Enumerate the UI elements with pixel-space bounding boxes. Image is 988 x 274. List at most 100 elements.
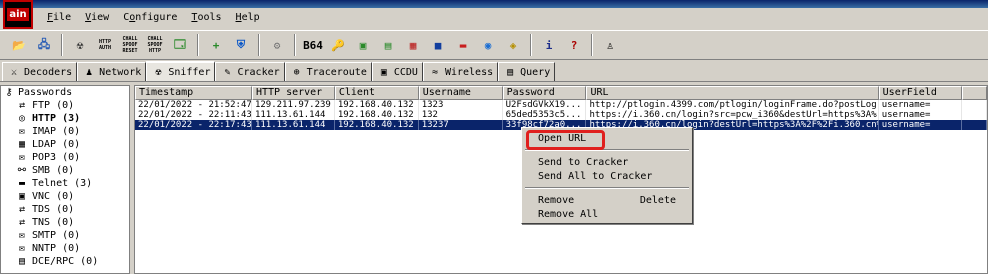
menu-item-label: Remove All — [538, 208, 599, 220]
chall-spoof-http-icon: CHALL SPOOF HTTP — [147, 36, 163, 54]
tree-item-label: POP3 (0) — [32, 152, 81, 163]
column-header-client[interactable]: Client — [334, 86, 419, 100]
open-folder-button[interactable]: 📂 — [8, 34, 30, 56]
menu-item-send-to-cracker[interactable]: Send to Cracker — [524, 155, 690, 169]
toolbar-separator — [294, 34, 296, 56]
http-auth-button[interactable]: HTTP AUTH — [94, 34, 116, 56]
tab-network[interactable]: ♟ Network — [77, 62, 147, 81]
tree-item-label: NNTP (0) — [32, 243, 81, 254]
network-icon: ♟ — [86, 66, 93, 78]
chall-spoof-http-button[interactable]: CHALL SPOOF HTTP — [144, 34, 166, 56]
smtp-icon: ✉ — [18, 230, 26, 241]
info-button[interactable]: i — [538, 34, 560, 56]
chall-spoof-reset-button[interactable]: CHALL SPOOF RESET — [119, 34, 141, 56]
tree-item-smb[interactable]: ⚯ SMB (0) — [1, 164, 129, 177]
terminal-button[interactable]: ▣ — [352, 34, 374, 56]
base64-button[interactable]: B64 — [302, 34, 324, 56]
tab-bar: ⚔ Decoders ♟ Network ☢ Sniffer ✎ Cracker ⊕ Tracer… — [0, 61, 988, 82]
tab-sniffer[interactable]: ☢ Sniffer — [146, 61, 216, 81]
tab-ccdu[interactable]: ▣ CCDU — [371, 62, 423, 81]
monitor-button[interactable]: ■ — [427, 34, 449, 56]
tree-item-ldap[interactable]: ▦ LDAP (0) — [1, 138, 129, 151]
radiation-button[interactable]: ☢ — [69, 34, 91, 56]
network-adapter-icon: 🖧 — [37, 37, 51, 51]
tab-label: Wireless — [444, 66, 494, 78]
table-cell: 1323 — [419, 100, 503, 110]
capture-button[interactable]: ◈ — [502, 34, 524, 56]
imap-icon: ✉ — [18, 126, 26, 137]
tree-item-label: FTP (0) — [32, 100, 75, 111]
tree-item-label: VNC (0) — [32, 191, 75, 202]
column-header-userfield[interactable]: UserField — [878, 86, 962, 100]
table-cell: 22/01/2022 - 22:17:43 — [135, 120, 252, 130]
rsa-button[interactable]: 🔑 — [327, 34, 349, 56]
terminal-icon: ▣ — [359, 38, 367, 52]
help-button[interactable]: ? — [563, 34, 585, 56]
tree-item-tns[interactable]: ⇄ TNS (0) — [1, 216, 129, 229]
table-cell: http://ptlogin.4399.com/ptlogin/loginFra… — [586, 100, 879, 110]
table-cell: https://i.360.cn/login?src=pcw_i360&dest… — [586, 110, 879, 120]
wireless-button[interactable]: ◉ — [477, 34, 499, 56]
tab-traceroute[interactable]: ⊕ Traceroute — [284, 62, 372, 81]
table-row[interactable]: 22/01/2022 - 22:11:43 111.13.61.144 192.16… — [135, 110, 987, 120]
menu-item-send-all-to-cracker[interactable]: Send All to Cracker — [524, 169, 690, 183]
nntp-icon: ✉ — [18, 243, 26, 254]
certificate-button[interactable]: 🗔 — [169, 34, 191, 56]
tree-item-nntp[interactable]: ✉ NNTP (0) — [1, 242, 129, 255]
menu-view[interactable]: View — [82, 11, 112, 27]
tree-item-imap[interactable]: ✉ IMAP (0) — [1, 125, 129, 138]
base64-icon: B64 — [303, 38, 323, 52]
smb-icon: ⚯ — [17, 165, 27, 176]
column-header-http-server[interactable]: HTTP server — [251, 86, 335, 100]
tree-item-dcerpc[interactable]: ▤ DCE/RPC (0) — [1, 255, 129, 268]
shield-button[interactable]: ⛨ — [230, 34, 252, 56]
app-icon[interactable]: ain — [3, 0, 33, 29]
menu-file[interactable]: File — [44, 11, 74, 27]
tab-wireless[interactable]: ≈ Wireless — [422, 62, 499, 81]
menu-item-open-url[interactable]: Open URL — [524, 131, 690, 145]
menu-item-remove-all[interactable]: Remove All — [524, 207, 690, 221]
tree-item-label: DCE/RPC (0) — [32, 256, 99, 267]
network-adapter-button[interactable]: 🖧 — [33, 34, 55, 56]
rsa-icon: 🔑 — [331, 38, 345, 52]
table-cell: 129.211.97.239 — [252, 100, 335, 110]
table-cell: 192.168.40.132 — [335, 110, 419, 120]
run-button[interactable]: ⚙ — [266, 34, 288, 56]
tab-query[interactable]: ▤ Query — [498, 62, 556, 81]
tree-item-smtp[interactable]: ✉ SMTP (0) — [1, 229, 129, 242]
tree-item-telnet[interactable]: ▬ Telnet (3) — [1, 177, 129, 190]
traceroute-button[interactable]: ▦ — [402, 34, 424, 56]
database-button[interactable]: ▬ — [452, 34, 474, 56]
menu-configure[interactable]: Configure — [120, 11, 180, 27]
traceroute-icon: ▦ — [409, 38, 417, 52]
netbios-button[interactable]: ▤ — [377, 34, 399, 56]
tab-cracker[interactable]: ✎ Cracker — [215, 62, 285, 81]
tab-decoders[interactable]: ⚔ Decoders — [2, 62, 78, 81]
tree-item-tds[interactable]: ⇄ TDS (0) — [1, 203, 129, 216]
column-header-password[interactable]: Password — [502, 86, 587, 100]
tree-item-http[interactable]: ◎ HTTP (3) — [1, 112, 129, 125]
ftp-icon: ⇄ — [18, 100, 26, 111]
column-header-timestamp[interactable]: Timestamp — [135, 86, 252, 100]
column-header-extra[interactable] — [961, 86, 987, 100]
add-button[interactable]: + — [205, 34, 227, 56]
menu-separator — [525, 149, 689, 151]
tree-item-ftp[interactable]: ⇄ FTP (0) — [1, 99, 129, 112]
tab-label: Query — [520, 66, 551, 78]
radiation-icon: ☢ — [76, 38, 84, 52]
context-menu: Open URL Send to Cracker Send All to Crack… — [521, 127, 693, 224]
tree-item-vnc[interactable]: ▣ VNC (0) — [1, 190, 129, 203]
menu-item-remove[interactable]: Remove Delete — [524, 193, 690, 207]
table-row[interactable]: 22/01/2022 - 21:52:47 129.211.97.239 192.1… — [135, 100, 987, 110]
tree-item-label: Telnet (3) — [32, 178, 93, 189]
column-header-url[interactable]: URL — [586, 86, 879, 100]
tree-item-pop3[interactable]: ✉ POP3 (0) — [1, 151, 129, 164]
table-cell: username= — [878, 120, 962, 130]
menu-tools[interactable]: Tools — [188, 11, 224, 27]
column-header-username[interactable]: Username — [418, 86, 503, 100]
tree-root-passwords[interactable]: ⚷ Passwords — [1, 86, 129, 99]
menu-help[interactable]: Help — [233, 11, 263, 27]
toolbar: 📂 🖧 ☢ HTTP AUTH CHALL SPOOF RESET CHALL SPOOF… — [0, 30, 988, 60]
tree-item-label: SMTP (0) — [32, 230, 81, 241]
user-button[interactable]: ♙ — [599, 34, 621, 56]
